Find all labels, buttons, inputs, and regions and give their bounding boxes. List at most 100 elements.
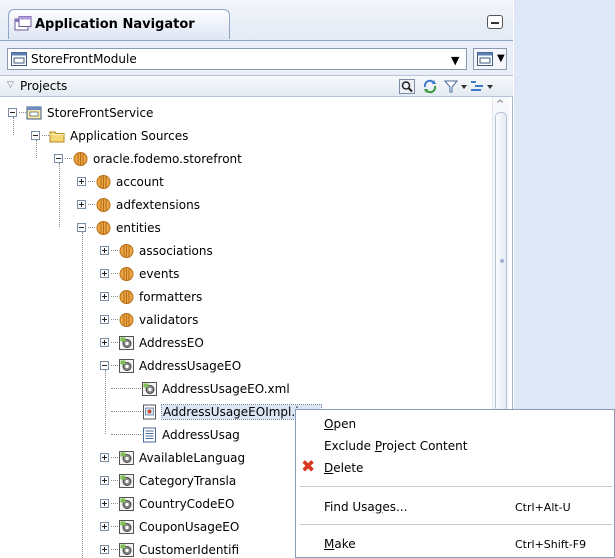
tree-connector: [111, 526, 118, 527]
module-options-button[interactable]: ▼: [473, 48, 507, 70]
tree-row[interactable]: events: [0, 263, 490, 286]
tree-connector: [111, 503, 118, 504]
menu-item-label: Make: [324, 537, 356, 551]
menu-item-label: Exclude Project Content: [324, 439, 468, 453]
tree-connector: [111, 342, 118, 343]
projects-header: ▽ Projects: [0, 75, 513, 97]
text-file-icon: [143, 427, 156, 443]
tree-row[interactable]: formatters: [0, 286, 490, 309]
application-navigator-icon: [14, 16, 32, 31]
tree-node-label: events: [139, 267, 180, 281]
expand-icon[interactable]: [100, 246, 109, 255]
menu-item-label: Find Usages...: [324, 500, 408, 514]
expand-icon[interactable]: [100, 315, 109, 324]
expand-icon[interactable]: [100, 545, 109, 554]
package-icon: [96, 198, 111, 212]
collapse-icon[interactable]: [54, 154, 63, 163]
tree-node-label: validators: [139, 313, 199, 327]
expand-icon[interactable]: [100, 476, 109, 485]
package-icon: [119, 267, 134, 281]
tree-node-label: AvailableLanguag: [139, 451, 246, 465]
tree-connector: [111, 434, 141, 435]
tree-connector: [111, 480, 118, 481]
expand-icon[interactable]: [100, 522, 109, 531]
tree-row[interactable]: Application Sources: [0, 125, 490, 148]
tree-node-label: formatters: [139, 290, 203, 304]
tree-node-label: adfextensions: [116, 198, 200, 212]
collapse-triangle-icon[interactable]: ▽: [7, 80, 14, 90]
tree-connector: [88, 204, 95, 205]
sync-icon[interactable]: [422, 79, 438, 94]
folder-icon: [49, 131, 65, 143]
tree-row[interactable]: validators: [0, 309, 490, 332]
tab-application-navigator[interactable]: Application Navigator: [8, 9, 230, 39]
entity-icon: [119, 359, 134, 373]
tree-connector: [111, 388, 141, 389]
tree-row[interactable]: AddressUsageEO.xml: [0, 378, 490, 401]
scrollbar-thumb[interactable]: [495, 112, 507, 412]
menu-item-exclude-project-content[interactable]: Exclude Project Content: [296, 435, 614, 457]
tree-connector: [105, 370, 106, 434]
entity-icon: [142, 382, 157, 396]
menu-item-shortcut: Ctrl+Alt-U: [515, 501, 571, 514]
expand-icon[interactable]: [77, 200, 86, 209]
expand-icon[interactable]: [100, 269, 109, 278]
tree-node-label: Application Sources: [70, 129, 189, 143]
entity-icon: [119, 520, 134, 534]
expand-icon[interactable]: [100, 453, 109, 462]
java-file-icon: [143, 404, 156, 420]
menu-item-open[interactable]: Open: [296, 413, 614, 435]
project-icon: [26, 106, 42, 120]
menu-separator: [300, 486, 612, 487]
tree-row[interactable]: associations: [0, 240, 490, 263]
menu-item-make[interactable]: Make Ctrl+Shift-F9: [296, 533, 614, 555]
filter-icon[interactable]: [444, 79, 468, 94]
tree-node-label: entities: [116, 221, 161, 235]
menu-item-delete[interactable]: ✖ Delete: [296, 457, 614, 479]
tree-row[interactable]: AddressUsageEO: [0, 355, 490, 378]
expand-icon[interactable]: [100, 292, 109, 301]
tree-connector: [88, 181, 95, 182]
package-icon: [119, 290, 134, 304]
menu-item-label: Delete: [324, 461, 364, 475]
collapse-icon[interactable]: [100, 361, 109, 370]
tree-connector: [111, 411, 141, 412]
tree-row[interactable]: entities: [0, 217, 490, 240]
menu-item-find-usages[interactable]: Find Usages... Ctrl+Alt-U: [296, 496, 614, 518]
package-icon: [73, 152, 88, 166]
package-icon: [119, 313, 134, 327]
tree-row[interactable]: adfextensions: [0, 194, 490, 217]
scrollbar-grip-icon: [500, 259, 504, 263]
collapse-icon[interactable]: [31, 131, 40, 140]
module-name: StoreFrontModule: [31, 52, 137, 66]
tree-connector: [111, 273, 118, 274]
tree-connector: [36, 140, 37, 158]
tree-node-label: CustomerIdentifi: [139, 543, 240, 557]
tree-connector: [13, 117, 14, 135]
collapse-icon[interactable]: [77, 223, 86, 232]
tree-node-label: AddressUsag: [162, 428, 240, 442]
dropdown-arrow-icon: ▼: [497, 53, 505, 64]
minimize-button[interactable]: [487, 15, 503, 29]
tree-row[interactable]: AddressEO: [0, 332, 490, 355]
tree-row[interactable]: account: [0, 171, 490, 194]
module-dropdown[interactable]: StoreFrontModule ▼: [7, 48, 467, 70]
entity-icon: [119, 451, 134, 465]
tree-row[interactable]: StoreFrontService: [0, 102, 490, 125]
tree-connector: [111, 296, 118, 297]
expand-icon[interactable]: [100, 499, 109, 508]
sort-icon[interactable]: [470, 79, 496, 94]
collapse-icon[interactable]: [8, 108, 17, 117]
menu-separator: [300, 524, 612, 525]
tree-connector: [65, 158, 72, 159]
tree-row[interactable]: oracle.fodemo.storefront: [0, 148, 490, 171]
entity-icon: [119, 474, 134, 488]
find-icon[interactable]: [399, 79, 415, 94]
expand-icon[interactable]: [77, 177, 86, 186]
scroll-up-arrow-icon[interactable]: ^: [496, 99, 504, 110]
module-icon: [11, 52, 27, 66]
delete-icon: ✖: [301, 457, 316, 477]
navigator-title-bar: Application Navigator: [0, 0, 513, 40]
tree-connector: [88, 227, 95, 228]
expand-icon[interactable]: [100, 338, 109, 347]
